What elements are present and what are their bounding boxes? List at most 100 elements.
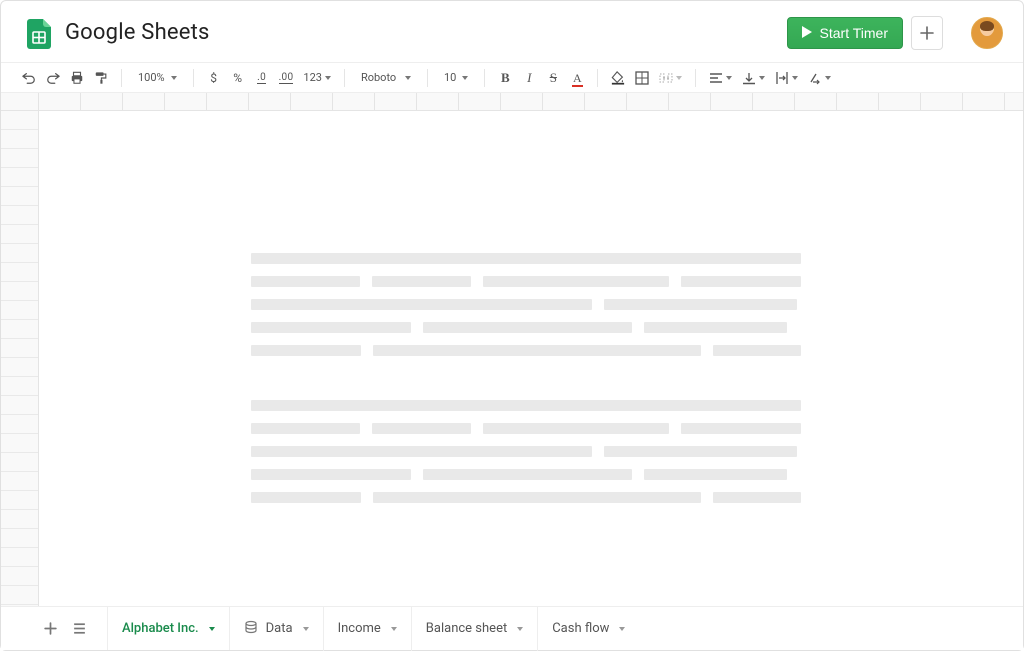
undo-button[interactable]: [19, 67, 39, 89]
column-header[interactable]: [753, 93, 795, 110]
row-header[interactable]: [1, 491, 38, 510]
column-header[interactable]: [837, 93, 879, 110]
column-header[interactable]: [81, 93, 123, 110]
column-header[interactable]: [417, 93, 459, 110]
add-sheet-button[interactable]: [43, 621, 58, 636]
column-header[interactable]: [711, 93, 753, 110]
select-all-corner[interactable]: [1, 93, 39, 110]
zoom-select[interactable]: 100%: [132, 67, 183, 89]
separator: [193, 69, 194, 87]
sheet-tab-alphabet-inc[interactable]: Alphabet Inc.: [107, 606, 230, 650]
column-header[interactable]: [291, 93, 333, 110]
row-header[interactable]: [1, 510, 38, 529]
column-header[interactable]: [375, 93, 417, 110]
separator: [344, 69, 345, 87]
row-header[interactable]: [1, 472, 38, 491]
start-timer-button[interactable]: Start Timer: [787, 17, 903, 49]
currency-format-button[interactable]: $: [204, 67, 224, 89]
row-header[interactable]: [1, 111, 38, 130]
row-header[interactable]: [1, 130, 38, 149]
row-header[interactable]: [1, 415, 38, 434]
spreadsheet-area[interactable]: [1, 93, 1023, 606]
column-header[interactable]: [669, 93, 711, 110]
row-header[interactable]: [1, 339, 38, 358]
row-header[interactable]: [1, 149, 38, 168]
sheet-tab-income[interactable]: Income: [324, 607, 412, 651]
text-rotation-button[interactable]: [805, 67, 834, 89]
column-header[interactable]: [963, 93, 1005, 110]
row-header[interactable]: [1, 282, 38, 301]
column-header[interactable]: [333, 93, 375, 110]
row-header[interactable]: [1, 586, 38, 605]
column-header[interactable]: [165, 93, 207, 110]
decrease-decimal-button[interactable]: .0: [252, 67, 272, 89]
tab-label: Income: [338, 621, 381, 636]
row-header[interactable]: [1, 168, 38, 187]
sheet-tab-balance-sheet[interactable]: Balance sheet: [412, 607, 538, 651]
sheet-tab-cash-flow[interactable]: Cash flow: [538, 607, 639, 651]
tab-label: Data: [266, 621, 293, 636]
plus-icon: [920, 26, 934, 40]
row-header[interactable]: [1, 263, 38, 282]
column-header[interactable]: [123, 93, 165, 110]
row-header[interactable]: [1, 453, 38, 472]
row-header[interactable]: [1, 567, 38, 586]
italic-button[interactable]: I: [519, 67, 539, 89]
row-header[interactable]: [1, 434, 38, 453]
font-size-select[interactable]: 10: [438, 67, 474, 89]
borders-button[interactable]: [632, 67, 652, 89]
zoom-value: 100%: [138, 71, 165, 84]
sheet-tab-data[interactable]: Data: [230, 607, 324, 651]
column-header[interactable]: [1005, 93, 1023, 110]
caret-down-icon: [405, 76, 411, 80]
paint-format-button[interactable]: [91, 67, 111, 89]
row-header[interactable]: [1, 244, 38, 263]
caret-down-icon: [171, 76, 177, 80]
caret-down-icon: [517, 627, 523, 631]
merge-cells-button[interactable]: [656, 67, 685, 89]
percent-format-button[interactable]: %: [228, 67, 248, 89]
increase-decimal-button[interactable]: .00: [276, 67, 297, 89]
text-color-button[interactable]: A: [567, 67, 587, 89]
vertical-align-button[interactable]: [739, 67, 768, 89]
plus-icon: [43, 621, 58, 636]
strikethrough-button[interactable]: S: [543, 67, 563, 89]
column-header[interactable]: [627, 93, 669, 110]
row-header[interactable]: [1, 529, 38, 548]
column-header[interactable]: [249, 93, 291, 110]
redo-button[interactable]: [43, 67, 63, 89]
row-header[interactable]: [1, 548, 38, 567]
horizontal-align-button[interactable]: [706, 67, 735, 89]
row-header[interactable]: [1, 320, 38, 339]
row-header[interactable]: [1, 225, 38, 244]
add-button[interactable]: [911, 16, 943, 50]
row-header[interactable]: [1, 396, 38, 415]
column-header[interactable]: [879, 93, 921, 110]
row-header[interactable]: [1, 358, 38, 377]
avatar[interactable]: [971, 17, 1003, 49]
row-header[interactable]: [1, 377, 38, 396]
column-header[interactable]: [585, 93, 627, 110]
paint-roller-icon: [94, 71, 108, 85]
column-header[interactable]: [921, 93, 963, 110]
font-family-select[interactable]: Roboto: [355, 67, 417, 89]
caret-down-icon: [325, 76, 331, 80]
caret-down-icon: [676, 76, 682, 80]
fill-color-button[interactable]: [608, 67, 628, 89]
print-button[interactable]: [67, 67, 87, 89]
more-formats-button[interactable]: 123: [300, 67, 334, 89]
row-header[interactable]: [1, 206, 38, 225]
text-wrap-button[interactable]: [772, 67, 801, 89]
column-header[interactable]: [207, 93, 249, 110]
toolbar: 100% $ % .0 .00 123 Roboto 10 B I S A: [1, 63, 1023, 93]
row-header[interactable]: [1, 187, 38, 206]
column-header[interactable]: [501, 93, 543, 110]
column-header[interactable]: [459, 93, 501, 110]
column-header[interactable]: [543, 93, 585, 110]
all-sheets-button[interactable]: [72, 621, 87, 636]
bold-button[interactable]: B: [495, 67, 515, 89]
stack-icon: [244, 620, 258, 638]
row-header[interactable]: [1, 301, 38, 320]
column-header[interactable]: [795, 93, 837, 110]
column-header[interactable]: [39, 93, 81, 110]
